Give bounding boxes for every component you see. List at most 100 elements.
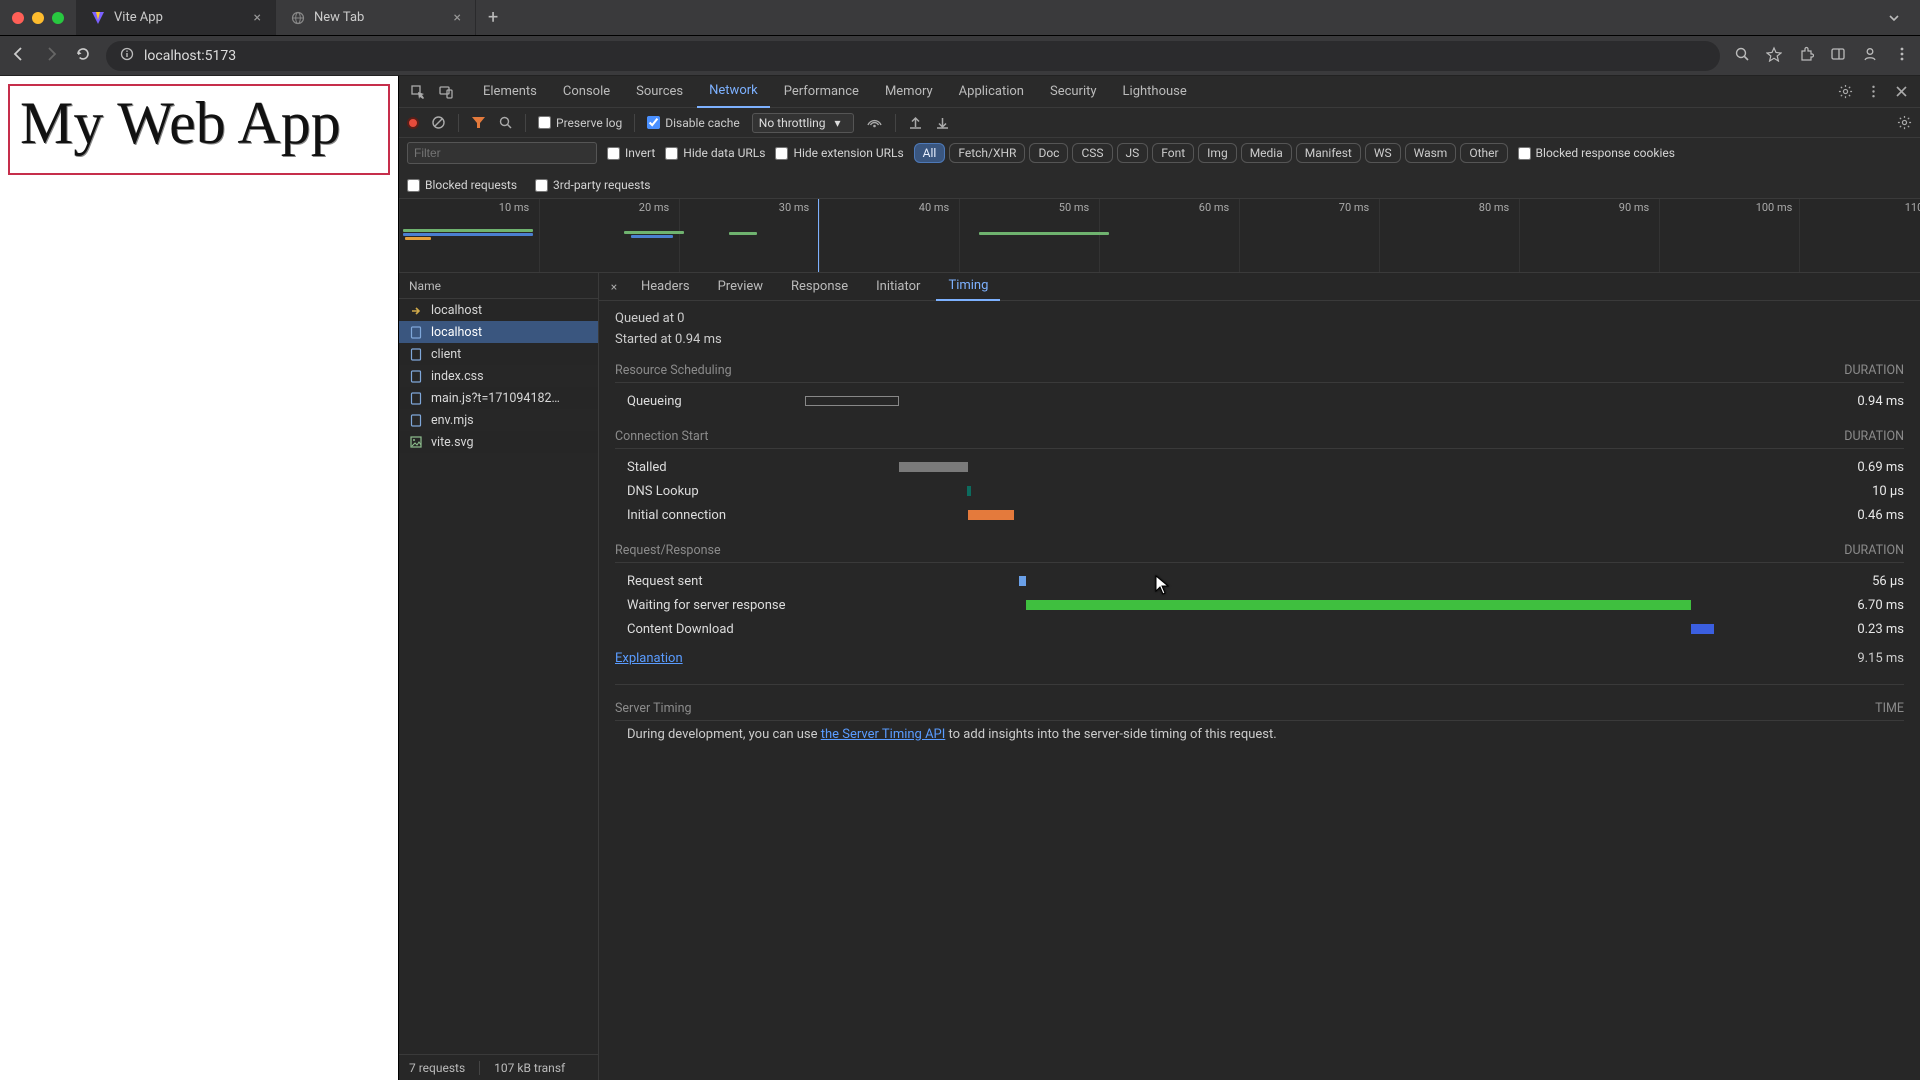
invert-checkbox[interactable]: Invert	[607, 146, 655, 160]
request-row[interactable]: vite.svg	[399, 431, 598, 453]
panel-tab-console[interactable]: Console	[551, 76, 622, 108]
timing-label: Initial connection	[615, 508, 805, 523]
reload-button[interactable]	[74, 45, 92, 66]
type-filter-all[interactable]: All	[914, 143, 946, 163]
more-icon[interactable]	[1860, 79, 1886, 105]
preserve-log-checkbox[interactable]: Preserve log	[538, 116, 622, 130]
detail-tab-initiator[interactable]: Initiator	[864, 273, 932, 301]
url-text: localhost:5173	[144, 48, 236, 64]
filter-icon[interactable]	[471, 115, 486, 130]
panel-tab-application[interactable]: Application	[947, 76, 1036, 108]
started-at: Started at 0.94 ms	[615, 332, 1904, 347]
overview-tick: 90 ms	[1619, 201, 1649, 214]
chrome-menu-button[interactable]	[1880, 4, 1908, 32]
type-filter-manifest[interactable]: Manifest	[1296, 143, 1361, 163]
type-filter-doc[interactable]: Doc	[1029, 143, 1068, 163]
detail-tab-headers[interactable]: Headers	[629, 273, 702, 301]
forward-button[interactable]	[42, 45, 60, 66]
vite-favicon-icon	[90, 10, 106, 26]
address-bar: localhost:5173	[0, 36, 1920, 76]
close-window-button[interactable]	[12, 12, 24, 24]
type-filter-wasm[interactable]: Wasm	[1405, 143, 1457, 163]
browser-tab[interactable]: New Tab ×	[276, 0, 476, 35]
inspect-element-icon[interactable]	[405, 79, 431, 105]
url-input[interactable]: localhost:5173	[106, 41, 1720, 71]
settings-icon[interactable]	[1832, 79, 1858, 105]
new-tab-button[interactable]: +	[476, 0, 510, 35]
profile-icon[interactable]	[1862, 46, 1878, 65]
extensions-icon[interactable]	[1798, 46, 1814, 65]
page-heading: My Web App	[20, 92, 378, 155]
type-filter-js[interactable]: JS	[1117, 143, 1149, 163]
kebab-menu-icon[interactable]	[1894, 46, 1910, 65]
timing-bar	[1026, 600, 1692, 610]
blocked-requests-checkbox[interactable]: Blocked requests	[407, 178, 517, 192]
type-filter-css[interactable]: CSS	[1072, 143, 1112, 163]
close-detail-icon[interactable]: ×	[603, 280, 625, 294]
search-icon[interactable]	[498, 115, 513, 130]
blocked-cookies-checkbox[interactable]: Blocked response cookies	[1518, 146, 1675, 160]
request-row[interactable]: index.css	[399, 365, 598, 387]
network-conditions-icon[interactable]	[866, 115, 883, 130]
panel-tab-lighthouse[interactable]: Lighthouse	[1111, 76, 1199, 108]
network-settings-icon[interactable]	[1897, 115, 1912, 130]
timing-bar	[968, 510, 1013, 520]
type-filter-media[interactable]: Media	[1241, 143, 1292, 163]
browser-tab[interactable]: Vite App ×	[76, 0, 276, 35]
type-filter-font[interactable]: Font	[1152, 143, 1194, 163]
filter-input[interactable]	[407, 142, 597, 164]
request-row[interactable]: main.js?t=171094182…	[399, 387, 598, 409]
network-overview[interactable]: 10 ms20 ms30 ms40 ms50 ms60 ms70 ms80 ms…	[399, 199, 1920, 273]
close-devtools-icon[interactable]	[1888, 79, 1914, 105]
detail-tab-response[interactable]: Response	[779, 273, 860, 301]
close-tab-icon[interactable]: ×	[454, 10, 461, 26]
minimize-window-button[interactable]	[32, 12, 44, 24]
detail-tab-timing[interactable]: Timing	[936, 273, 1000, 301]
clear-button[interactable]	[431, 115, 446, 130]
timing-duration: 6.70 ms	[1794, 598, 1904, 613]
panel-tab-elements[interactable]: Elements	[471, 76, 549, 108]
site-info-icon[interactable]	[120, 47, 134, 65]
third-party-checkbox[interactable]: 3rd-party requests	[535, 178, 650, 192]
playhead[interactable]	[818, 199, 819, 272]
import-har-icon[interactable]	[908, 115, 923, 130]
type-filter-fetchxhr[interactable]: Fetch/XHR	[949, 143, 1025, 163]
disable-cache-checkbox[interactable]: Disable cache	[647, 116, 740, 130]
disable-cache-label: Disable cache	[665, 116, 740, 130]
detail-tab-preview[interactable]: Preview	[706, 273, 775, 301]
back-button[interactable]	[10, 45, 28, 66]
request-row[interactable]: localhost	[399, 299, 598, 321]
request-list-header[interactable]: Name	[399, 273, 598, 299]
panel-tab-performance[interactable]: Performance	[772, 76, 871, 108]
file-type-icon	[409, 347, 423, 361]
panel-tab-sources[interactable]: Sources	[624, 76, 695, 108]
explanation-link[interactable]: Explanation	[615, 651, 683, 666]
zoom-window-button[interactable]	[52, 12, 64, 24]
export-har-icon[interactable]	[935, 115, 950, 130]
hide-data-urls-checkbox[interactable]: Hide data URLs	[665, 146, 765, 160]
request-name: client	[431, 347, 461, 362]
panel-tab-security[interactable]: Security	[1038, 76, 1109, 108]
timing-row: Waiting for server response6.70 ms	[615, 593, 1904, 617]
timing-row: Queueing0.94 ms	[615, 389, 1904, 413]
type-filter-img[interactable]: Img	[1198, 143, 1237, 163]
zoom-icon[interactable]	[1734, 46, 1750, 65]
request-row[interactable]: client	[399, 343, 598, 365]
device-toolbar-icon[interactable]	[433, 79, 459, 105]
request-row[interactable]: localhost	[399, 321, 598, 343]
hide-ext-urls-checkbox[interactable]: Hide extension URLs	[775, 146, 903, 160]
type-filter-ws[interactable]: WS	[1365, 143, 1401, 163]
server-timing-api-link[interactable]: the Server Timing API	[821, 727, 946, 742]
panel-tab-memory[interactable]: Memory	[873, 76, 945, 108]
timing-bar	[1691, 624, 1714, 634]
timing-bar	[899, 462, 968, 472]
request-row[interactable]: env.mjs	[399, 409, 598, 431]
panel-tab-network[interactable]: Network	[697, 76, 770, 108]
record-button[interactable]	[407, 117, 419, 129]
timing-duration: 0.23 ms	[1794, 622, 1904, 637]
sidepanel-icon[interactable]	[1830, 46, 1846, 65]
throttling-select[interactable]: No throttling ▾	[752, 113, 854, 133]
type-filter-other[interactable]: Other	[1460, 143, 1507, 163]
bookmark-icon[interactable]	[1766, 46, 1782, 65]
close-tab-icon[interactable]: ×	[254, 10, 261, 26]
